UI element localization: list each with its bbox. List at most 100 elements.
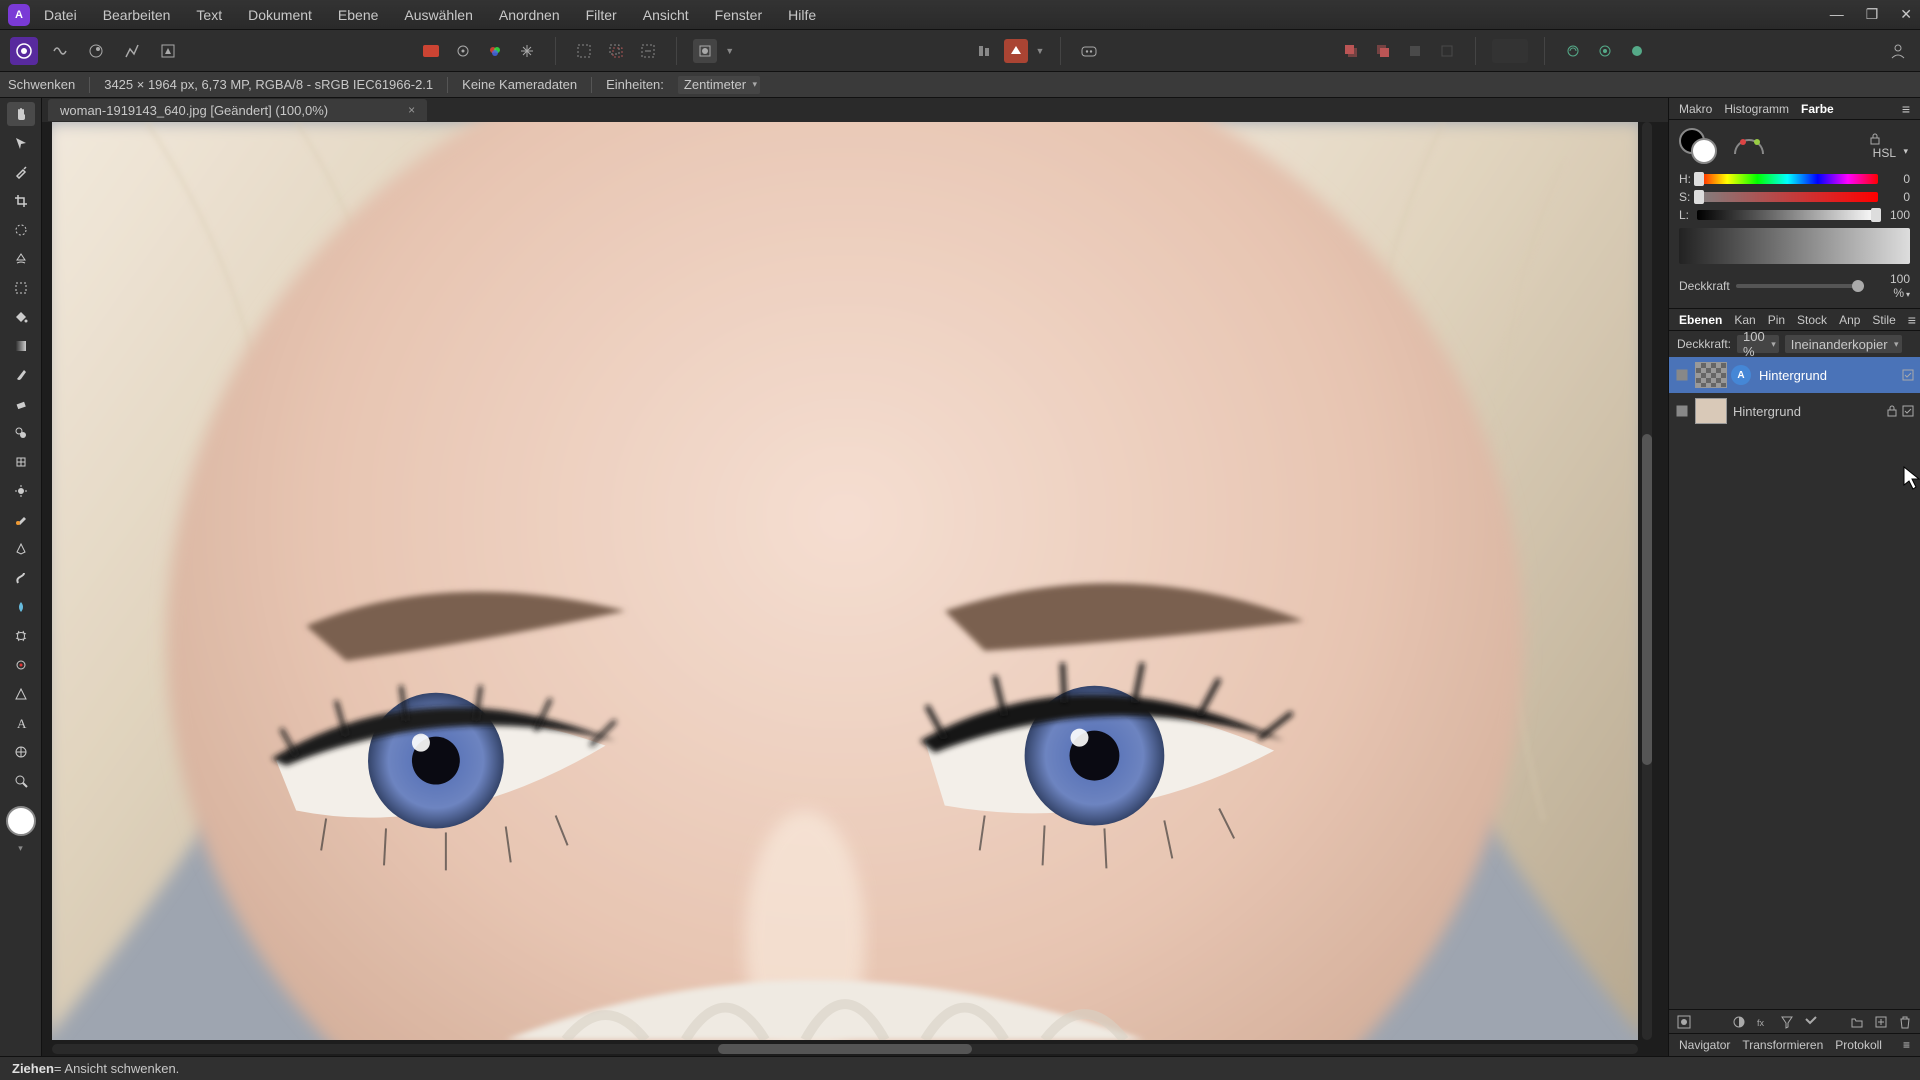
tab-transform[interactable]: Transformieren xyxy=(1742,1038,1823,1052)
arrange-outside-button[interactable] xyxy=(1435,39,1459,63)
units-dropdown[interactable]: Zentimeter xyxy=(678,76,760,94)
blend-mode-dropdown[interactable]: Ineinanderkopier xyxy=(1785,335,1902,353)
opacity-slider[interactable] xyxy=(1736,284,1864,288)
arrange-back-button[interactable] xyxy=(1371,39,1395,63)
sync-button-2[interactable] xyxy=(1593,39,1617,63)
red-swatch-button[interactable] xyxy=(419,39,443,63)
selection-new-button[interactable] xyxy=(572,39,596,63)
smudge-brush-tool[interactable] xyxy=(7,566,35,590)
arrange-front-button[interactable] xyxy=(1339,39,1363,63)
checkbox-icon[interactable] xyxy=(1902,369,1914,381)
gradient-tool[interactable] xyxy=(7,334,35,358)
tab-navigator[interactable]: Navigator xyxy=(1679,1038,1730,1052)
shape-tool[interactable] xyxy=(7,682,35,706)
arrange-inside-button[interactable] xyxy=(1403,39,1427,63)
text-tool[interactable]: A xyxy=(7,711,35,735)
opacity-value[interactable]: 100 % xyxy=(1870,272,1910,300)
panel-menu-icon[interactable]: ≡ xyxy=(1903,1038,1910,1052)
panel-tab-anp[interactable]: Anp xyxy=(1839,313,1860,327)
clone-brush-tool[interactable] xyxy=(7,421,35,445)
quickmask-button[interactable] xyxy=(693,39,717,63)
zoom-tool[interactable] xyxy=(7,769,35,793)
blur-brush-tool[interactable] xyxy=(7,595,35,619)
fx-button[interactable]: fx xyxy=(1756,1015,1770,1029)
menu-hilfe[interactable]: Hilfe xyxy=(788,7,816,23)
panel-menu-icon[interactable]: ≡ xyxy=(1908,312,1916,328)
selection-subtract-button[interactable] xyxy=(636,39,660,63)
lig-value[interactable]: 100 xyxy=(1884,208,1910,222)
tab-history[interactable]: Protokoll xyxy=(1835,1038,1882,1052)
panel-tab-pin[interactable]: Pin xyxy=(1768,313,1785,327)
sat-value[interactable]: 0 xyxy=(1884,190,1910,204)
panel-tab-kan[interactable]: Kan xyxy=(1734,313,1755,327)
menu-ansicht[interactable]: Ansicht xyxy=(643,7,689,23)
live-projection-button[interactable] xyxy=(1004,39,1028,63)
vector-brush-tool[interactable] xyxy=(7,740,35,764)
liquify-persona-icon[interactable] xyxy=(46,37,74,65)
menu-bearbeiten[interactable]: Bearbeiten xyxy=(103,7,171,23)
color-wheel-icon[interactable] xyxy=(1731,132,1767,162)
menu-datei[interactable]: Datei xyxy=(44,7,77,23)
auto-whitebalance-button[interactable] xyxy=(515,39,539,63)
panel-tab-stile[interactable]: Stile xyxy=(1872,313,1895,327)
vertical-scrollbar[interactable] xyxy=(1642,122,1656,1040)
dodge-brush-tool[interactable] xyxy=(7,479,35,503)
move-tool[interactable] xyxy=(7,131,35,155)
document-tab-close[interactable]: × xyxy=(408,103,415,117)
assistant-button[interactable] xyxy=(1077,39,1101,63)
fill-tool[interactable] xyxy=(7,305,35,329)
develop-persona-icon[interactable] xyxy=(82,37,110,65)
selection-brush-tool[interactable] xyxy=(7,218,35,242)
crop-to-button[interactable] xyxy=(1804,1015,1818,1029)
more-tools-icon[interactable]: ▾ xyxy=(18,843,23,854)
panel-menu-icon[interactable]: ≡ xyxy=(1902,101,1910,117)
pen-tool[interactable] xyxy=(7,537,35,561)
panel-tab-stock[interactable]: Stock xyxy=(1797,313,1827,327)
fg-bg-swatch[interactable] xyxy=(1679,128,1723,166)
marquee-tool[interactable] xyxy=(7,276,35,300)
window-close-button[interactable]: ✕ xyxy=(1900,6,1912,23)
menu-anordnen[interactable]: Anordnen xyxy=(499,7,560,23)
tonemap-persona-icon[interactable] xyxy=(118,37,146,65)
window-minimize-button[interactable]: — xyxy=(1830,6,1844,23)
erase-brush-tool[interactable] xyxy=(7,392,35,416)
sync-button-1[interactable] xyxy=(1561,39,1585,63)
menu-text[interactable]: Text xyxy=(196,7,222,23)
horizontal-scrollbar[interactable] xyxy=(52,1042,1638,1056)
dropdown-arrow-icon[interactable]: ▼ xyxy=(1036,46,1045,56)
panel-tab-makro[interactable]: Makro xyxy=(1679,102,1712,116)
red-eye-tool[interactable] xyxy=(7,653,35,677)
mask-button[interactable] xyxy=(1677,1015,1691,1029)
healing-brush-tool[interactable] xyxy=(7,508,35,532)
hand-tool[interactable] xyxy=(7,102,35,126)
panel-tab-ebenen[interactable]: Ebenen xyxy=(1679,313,1722,327)
auto-levels-button[interactable] xyxy=(451,39,475,63)
color-mode-dropdown[interactable]: HSL xyxy=(1869,145,1910,161)
layer-opacity-dropdown[interactable]: 100 % xyxy=(1737,335,1779,353)
mesh-warp-tool[interactable] xyxy=(7,624,35,648)
hue-slider[interactable] xyxy=(1697,174,1878,184)
flood-select-tool[interactable] xyxy=(7,247,35,271)
visibility-toggle[interactable] xyxy=(1675,404,1689,418)
selection-add-button[interactable] xyxy=(604,39,628,63)
menu-filter[interactable]: Filter xyxy=(586,7,617,23)
align-horizontal-button[interactable] xyxy=(972,39,996,63)
crop-tool[interactable] xyxy=(7,189,35,213)
visibility-toggle[interactable] xyxy=(1675,368,1689,382)
panel-tab-histogramm[interactable]: Histogramm xyxy=(1724,102,1789,116)
hue-value[interactable]: 0 xyxy=(1884,172,1910,186)
add-layer-button[interactable] xyxy=(1874,1015,1888,1029)
window-maximize-button[interactable]: ❐ xyxy=(1866,6,1879,23)
menu-ebene[interactable]: Ebene xyxy=(338,7,378,23)
color-swatch[interactable] xyxy=(6,806,36,836)
photo-persona-icon[interactable] xyxy=(10,37,38,65)
paint-brush-tool[interactable] xyxy=(7,363,35,387)
auto-colors-button[interactable] xyxy=(483,39,507,63)
lock-icon[interactable] xyxy=(1869,133,1881,145)
checkbox-icon[interactable] xyxy=(1902,405,1914,417)
adjustments-button[interactable] xyxy=(1732,1015,1746,1029)
group-button[interactable] xyxy=(1850,1015,1864,1029)
sync-button-3[interactable] xyxy=(1625,39,1649,63)
account-button[interactable] xyxy=(1886,39,1910,63)
export-persona-icon[interactable] xyxy=(154,37,182,65)
